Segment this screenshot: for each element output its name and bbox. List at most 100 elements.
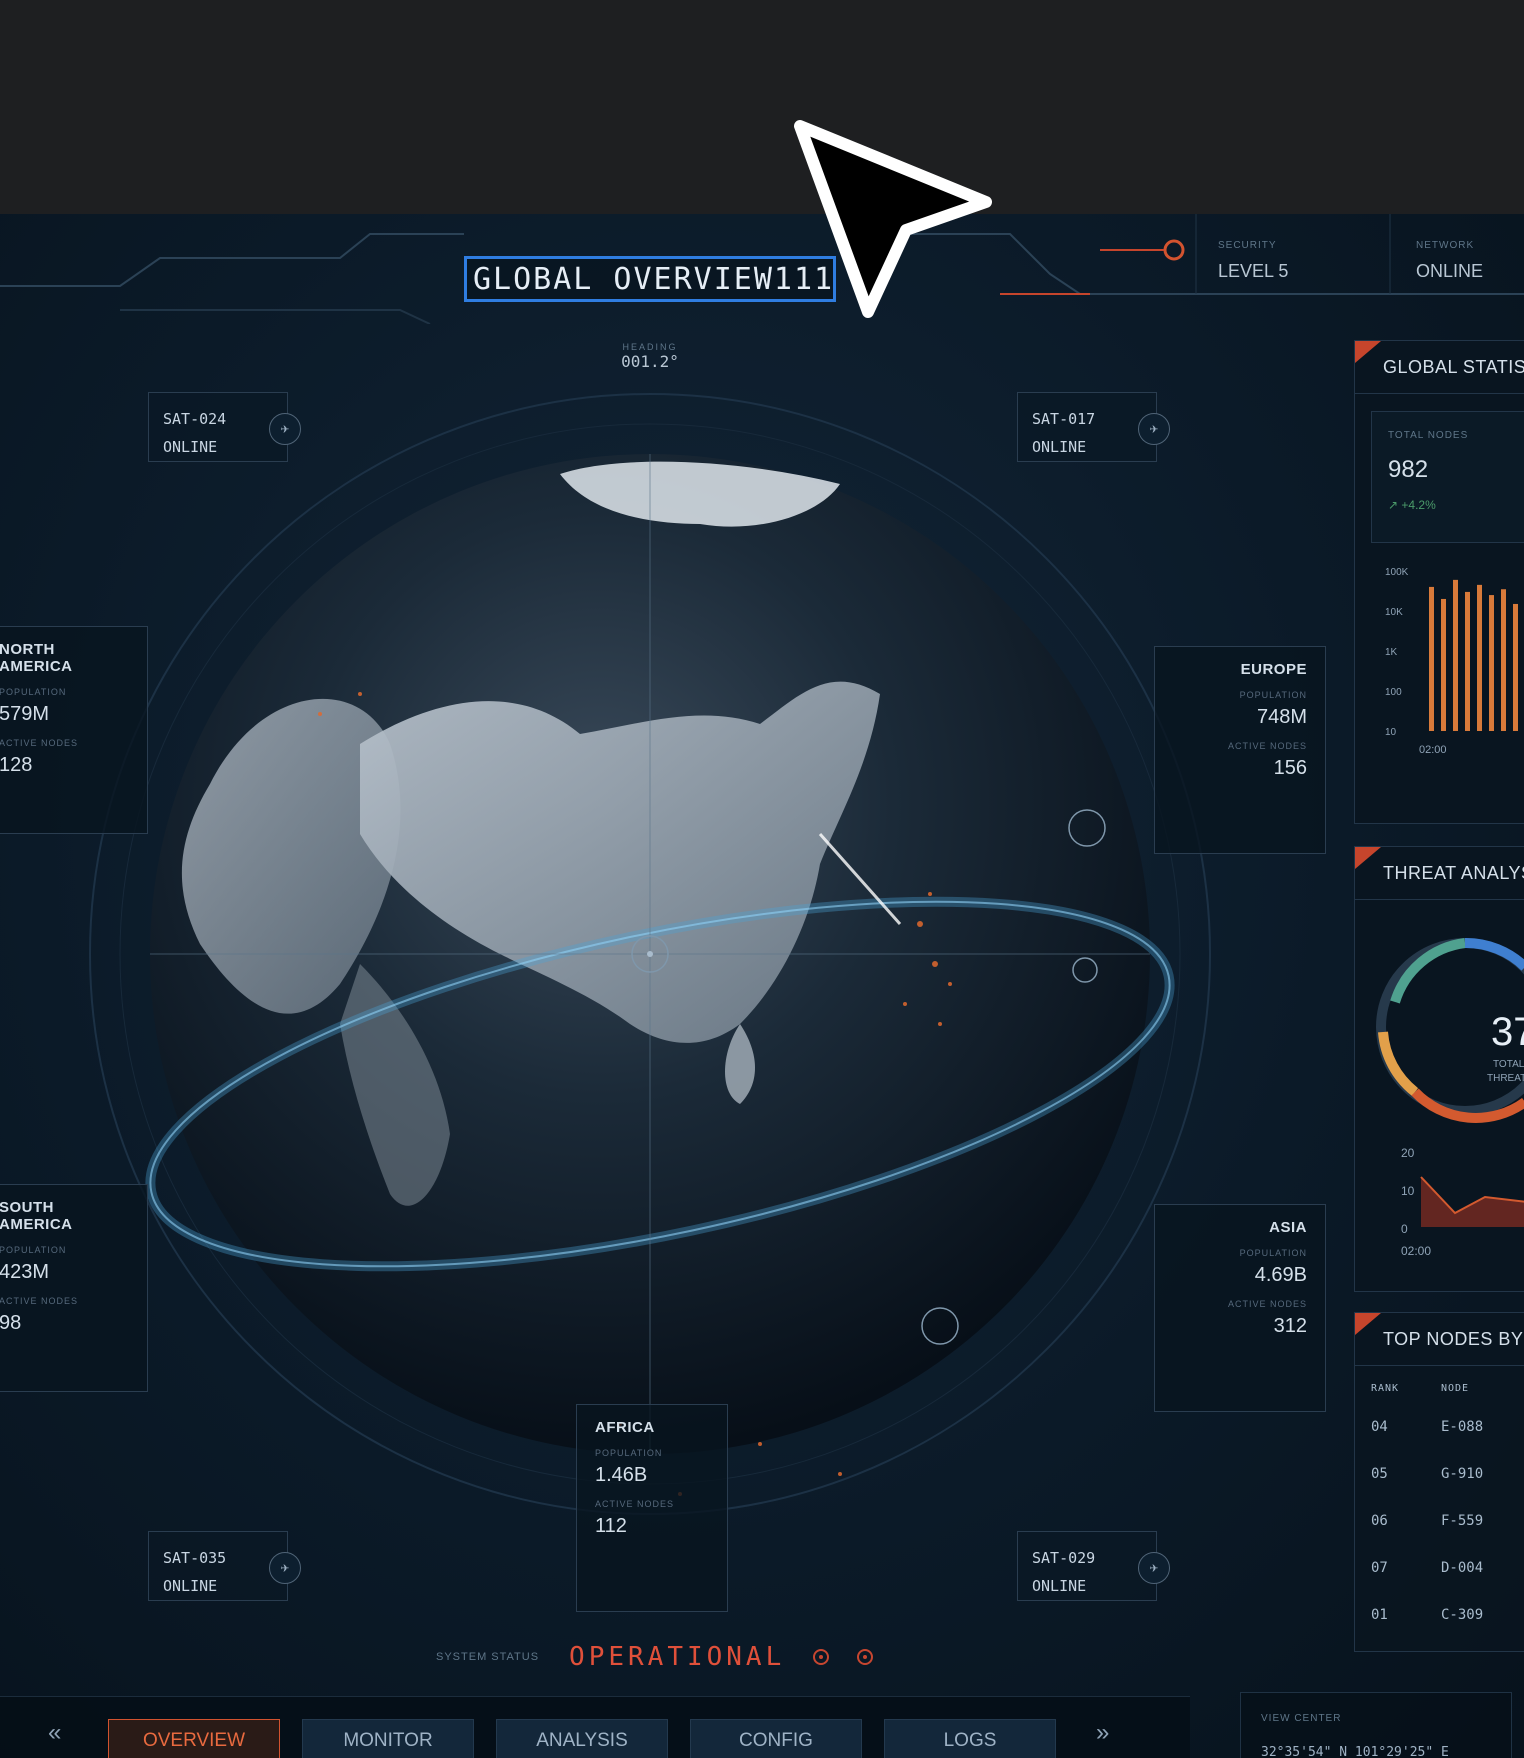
system-status: SYSTEM STATUS OPERATIONAL <box>436 1642 874 1672</box>
security-label: SECURITY <box>1218 240 1277 251</box>
view-center-readout: VIEW CENTER 32°35'54" N 101°29'25" E <box>1240 1692 1512 1758</box>
network-status: NETWORK ONLINE <box>1416 240 1483 282</box>
population-label: POPULATION <box>0 1245 67 1255</box>
status-indicator-icon <box>813 1649 830 1665</box>
threat-y-tick: 10 <box>1401 1184 1415 1198</box>
population-value: 423M <box>0 1261 50 1283</box>
region-name: AFRICA <box>595 1419 655 1436</box>
y-tick-label: 100 <box>1385 687 1402 698</box>
satellite-status: ONLINE <box>163 438 218 456</box>
rank-cell: 06 <box>1371 1513 1388 1529</box>
region-north-america[interactable]: NORTH AMERICA POPULATION 579M ACTIVE NOD… <box>0 626 148 834</box>
tab-logs[interactable]: LOGS <box>884 1719 1056 1758</box>
node-cell: C-309 <box>1441 1607 1484 1623</box>
satellite-card[interactable]: SAT-035 ONLINE ✈ <box>148 1531 301 1601</box>
threat-total-value: 37 <box>1491 1010 1524 1054</box>
nodes-value: 112 <box>595 1515 627 1537</box>
y-tick-label: 100K <box>1385 567 1409 578</box>
population-value: 4.69B <box>1254 1264 1307 1286</box>
satellite-icon: ✈ <box>1138 1552 1170 1584</box>
mouse-cursor-icon <box>794 120 992 318</box>
total-nodes-label: TOTAL NODES <box>1388 430 1469 441</box>
satellite-card[interactable]: SAT-017 ONLINE ✈ <box>1017 392 1170 462</box>
satellite-id: SAT-024 <box>163 410 227 428</box>
tab-overview[interactable]: OVERVIEW <box>108 1719 280 1758</box>
table-header: RANK NODE <box>1371 1383 1469 1394</box>
chart-bar <box>1489 595 1494 731</box>
region-africa[interactable]: AFRICA POPULATION 1.46B ACTIVE NODES 112 <box>576 1404 728 1612</box>
tab-monitor[interactable]: MONITOR <box>302 1719 474 1758</box>
chart-bar <box>1513 603 1518 731</box>
network-value: ONLINE <box>1416 261 1484 281</box>
nodes-bar-chart: 100K 10K 1K 100 10 02:00 <box>1385 567 1518 756</box>
table-row[interactable]: 06 F-559 <box>1371 1513 1483 1529</box>
page-title[interactable]: GLOBAL OVERVIEW11111 <box>464 256 836 302</box>
total-nodes-card: TOTAL NODES 982 ↗ +4.2% <box>1371 411 1524 543</box>
population-label: POPULATION <box>1239 690 1307 700</box>
node-cell: G-910 <box>1441 1466 1484 1482</box>
top-nodes-panel: TOP NODES BY TRAFFIC RANK NODE 04 E-088 0… <box>1354 1312 1524 1652</box>
bottom-navigation: « OVERVIEW MONITOR ANALYSIS CONFIG LOGS … <box>0 1696 1190 1758</box>
threat-gauge: 37 TOTAL THREATS 20 10 0 02:00 <box>1376 937 1524 1258</box>
chart-bar <box>1441 598 1446 731</box>
satellite-status: ONLINE <box>1032 438 1087 456</box>
panel-title: GLOBAL STATISTICS <box>1355 341 1524 394</box>
satellite-id: SAT-035 <box>163 1549 227 1567</box>
region-name: SOUTH AMERICA <box>0 1199 73 1233</box>
chart-bar <box>1477 584 1482 731</box>
chart-bar <box>1429 586 1434 731</box>
satellite-card[interactable]: SAT-024 ONLINE ✈ <box>148 392 301 462</box>
satellite-icon: ✈ <box>269 413 301 445</box>
chart-bar <box>1501 589 1506 731</box>
chart-bar <box>1453 579 1458 731</box>
threat-total-label: THREATS <box>1487 1073 1524 1084</box>
table-row[interactable]: 04 E-088 <box>1371 1419 1483 1435</box>
nav-prev-button[interactable]: « <box>48 1719 61 1747</box>
y-tick-label: 10 <box>1385 727 1397 738</box>
region-europe[interactable]: EUROPE POPULATION 748M ACTIVE NODES 156 <box>1154 646 1326 854</box>
population-value: 1.46B <box>595 1464 648 1486</box>
view-center-value: 32°35'54" N 101°29'25" E <box>1261 1745 1449 1758</box>
column-header-rank: RANK <box>1371 1383 1400 1394</box>
region-south-america[interactable]: SOUTH AMERICA POPULATION 423M ACTIVE NOD… <box>0 1184 148 1392</box>
population-label: POPULATION <box>1239 1248 1307 1258</box>
view-center-label: VIEW CENTER <box>1261 1713 1342 1724</box>
nodes-label: ACTIVE NODES <box>0 1296 79 1306</box>
node-cell: E-088 <box>1441 1419 1484 1435</box>
satellite-card[interactable]: SAT-029 ONLINE ✈ <box>1017 1531 1170 1601</box>
satellite-icon: ✈ <box>269 1552 301 1584</box>
nodes-label: ACTIVE NODES <box>1227 1299 1307 1309</box>
table-row[interactable]: 07 D-004 <box>1371 1560 1483 1576</box>
population-label: POPULATION <box>0 687 67 697</box>
rank-cell: 07 <box>1371 1560 1388 1576</box>
node-cell: D-004 <box>1441 1560 1484 1576</box>
network-label: NETWORK <box>1416 240 1475 251</box>
region-asia[interactable]: ASIA POPULATION 4.69B ACTIVE NODES 312 <box>1154 1204 1326 1412</box>
region-name: EUROPE <box>1240 661 1307 678</box>
chart-bar <box>1465 591 1470 731</box>
threat-total-label: TOTAL <box>1493 1059 1524 1070</box>
security-status: SECURITY LEVEL 5 <box>1218 240 1288 282</box>
satellite-id: SAT-029 <box>1032 1549 1096 1567</box>
threat-x-tick: 02:00 <box>1401 1244 1431 1258</box>
table-row[interactable]: 01 C-309 <box>1371 1607 1483 1623</box>
trend-up-icon: ↗ <box>1388 498 1399 512</box>
region-name: NORTH AMERICA <box>0 641 73 675</box>
nav-next-button[interactable]: » <box>1096 1719 1109 1747</box>
nodes-label: ACTIVE NODES <box>0 738 79 748</box>
trend-value: +4.2% <box>1401 498 1436 512</box>
column-header-node: NODE <box>1441 1383 1470 1394</box>
security-value: LEVEL 5 <box>1218 261 1289 281</box>
satellite-id: SAT-017 <box>1032 410 1096 428</box>
tab-config[interactable]: CONFIG <box>690 1719 862 1758</box>
population-label: POPULATION <box>595 1448 663 1458</box>
threat-y-tick: 20 <box>1401 1146 1415 1160</box>
status-indicator-icon <box>857 1649 874 1665</box>
globe[interactable] <box>60 364 1240 1544</box>
panel-title: TOP NODES BY TRAFFIC <box>1355 1313 1524 1366</box>
nodes-value: 98 <box>0 1312 22 1334</box>
tab-analysis[interactable]: ANALYSIS <box>496 1719 668 1758</box>
trend-indicator: ↗ +4.2% <box>1388 498 1436 512</box>
table-row[interactable]: 05 G-910 <box>1371 1466 1483 1482</box>
threat-y-tick: 0 <box>1401 1222 1408 1236</box>
